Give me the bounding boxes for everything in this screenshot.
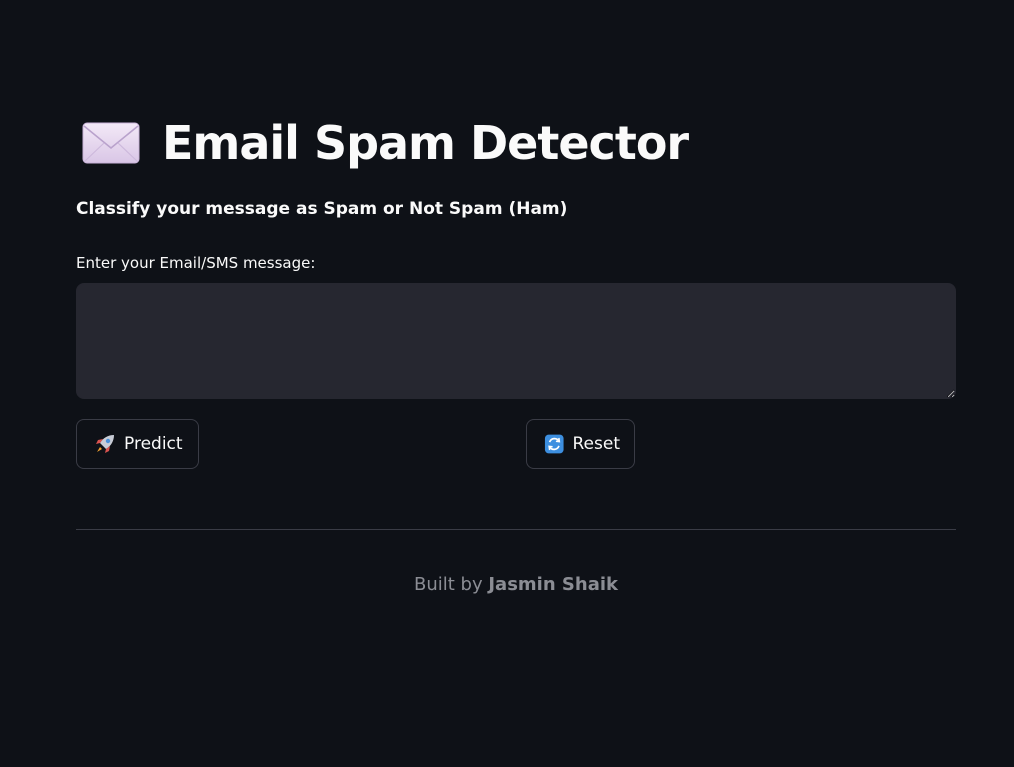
message-label: Enter your Email/SMS message: [76,254,316,272]
predict-button-label: Predict [124,434,183,454]
predict-button[interactable]: Predict [76,419,199,469]
reset-button-label: Reset [572,434,621,454]
divider [76,529,956,530]
footer-prefix: Built by [414,574,483,595]
app-root: Email Spam Detector Classify your messag… [0,0,1014,767]
footer: Built by Jasmin Shaik [76,574,956,595]
refresh-icon [544,434,564,454]
page-title: Email Spam Detector [162,116,689,170]
title-row: Email Spam Detector [82,110,689,176]
message-textarea[interactable] [76,283,956,399]
page-subtitle: Classify your message as Spam or Not Spa… [76,199,568,219]
reset-button[interactable]: Reset [526,419,635,469]
envelope-icon [82,122,140,164]
footer-author: Jasmin Shaik [488,574,618,595]
rocket-icon [96,435,114,453]
